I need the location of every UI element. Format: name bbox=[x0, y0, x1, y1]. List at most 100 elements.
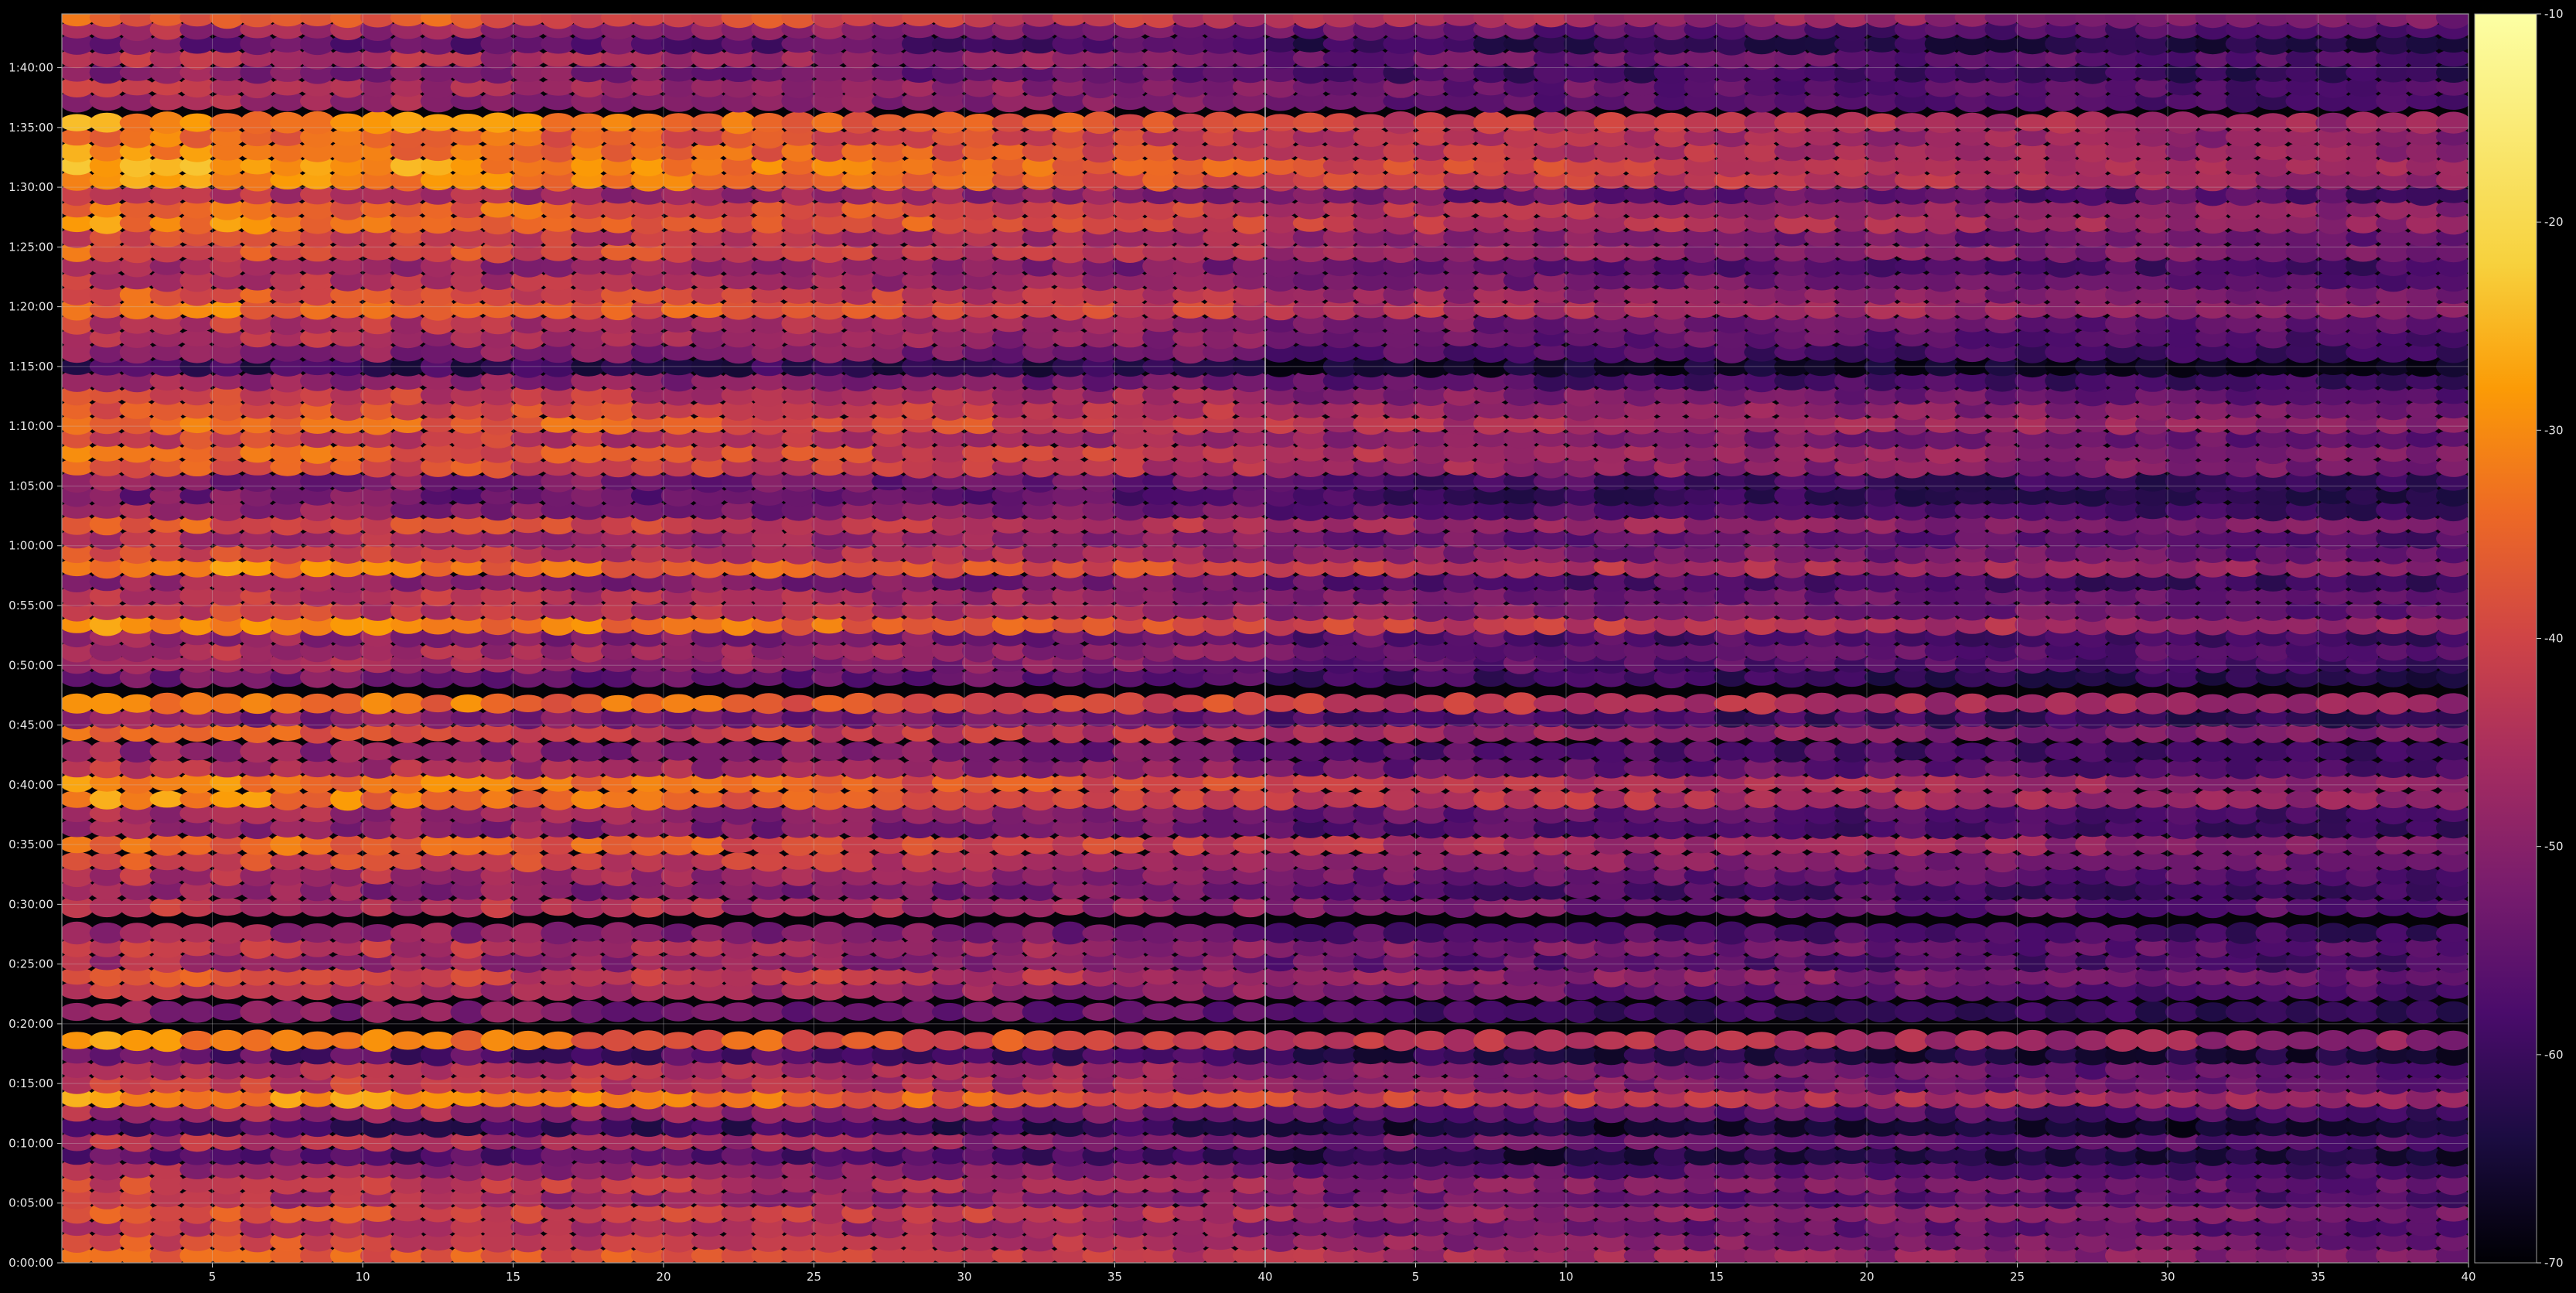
heatmap-cell-right-21-25 bbox=[1984, 922, 2020, 944]
heatmap-cell-left-15-15 bbox=[480, 1029, 516, 1052]
heatmap-cell-left-32-14 bbox=[450, 739, 486, 763]
heatmap-cell-right-35-17 bbox=[1744, 692, 1779, 715]
heatmap-cell-right-32-1 bbox=[1265, 742, 1298, 761]
heatmap-cell-right-31-22 bbox=[1894, 759, 1929, 777]
heatmap-cell-left-32-11 bbox=[360, 742, 395, 761]
heatmap-cell-left-32-40 bbox=[1232, 741, 1265, 762]
heatmap-cell-right-21-4 bbox=[1353, 923, 1388, 943]
heatmap-cell-right-21-39 bbox=[2406, 924, 2441, 942]
heatmap-cell-left-35-37 bbox=[1142, 693, 1178, 714]
heatmap-cell-right-22-11 bbox=[1563, 898, 1599, 916]
heatmap-cell-right-21-23 bbox=[1924, 923, 1960, 943]
heatmap-cell-left-75-7 bbox=[240, 111, 275, 135]
heatmap-cell-right-16-18 bbox=[1774, 1003, 1810, 1021]
heatmap-cell-left-75-22 bbox=[691, 113, 727, 132]
heatmap-cell-right-15-38 bbox=[2376, 1030, 2411, 1051]
heatmap-cell-right-25-3 bbox=[1322, 852, 1358, 871]
heatmap-cell-left-35-24 bbox=[751, 693, 786, 715]
heatmap-cell-right-32-6 bbox=[1413, 742, 1448, 761]
heatmap-cell-right-25-30 bbox=[2135, 852, 2171, 870]
heatmap-cell-right-21-7 bbox=[1443, 923, 1479, 943]
heatmap-cell-right-35-18 bbox=[1774, 694, 1810, 714]
heatmap-cell-right-16-12 bbox=[1593, 1001, 1629, 1022]
heatmap-cell-left-16-38 bbox=[1172, 1003, 1208, 1021]
heatmap-cell-left-15-31 bbox=[961, 1032, 998, 1049]
heatmap-cell-right-16-3 bbox=[1322, 1001, 1358, 1023]
heatmap-cell-right-16-30 bbox=[2135, 1001, 2171, 1023]
heatmap-cell-right-22-16 bbox=[1714, 897, 1749, 916]
heatmap-cell-right-35-9 bbox=[1503, 692, 1539, 715]
heatmap-figure: 0:00:000:05:000:10:000:15:000:20:000:25:… bbox=[0, 0, 2576, 1293]
heatmap-cell-right-15-1 bbox=[1265, 1030, 1298, 1051]
heatmap-cell-right-22-25 bbox=[1984, 897, 2020, 916]
heatmap-cell-right-15-11 bbox=[1563, 1032, 1599, 1049]
heatmap-cell-left-32-6 bbox=[210, 740, 245, 762]
heatmap-cell-left-35-27 bbox=[841, 692, 877, 715]
heatmap-cell-left-35-15 bbox=[480, 693, 516, 714]
heatmap-cell-left-35-19 bbox=[601, 694, 636, 712]
heatmap-cell-left-25-18 bbox=[571, 852, 606, 871]
heatmap-cell-left-75-25 bbox=[781, 111, 817, 134]
heatmap-cell-left-15-8 bbox=[270, 1029, 305, 1052]
heatmap-cell-right-15-13 bbox=[1623, 1031, 1659, 1050]
heatmap-cell-left-75-18 bbox=[571, 113, 606, 132]
heatmap-cell-right-15-40 bbox=[2436, 1030, 2469, 1051]
heatmap-cell-left-31-19 bbox=[601, 758, 636, 779]
heatmap-cell-right-29-39 bbox=[2406, 790, 2441, 809]
heatmap-cell-left-35-30 bbox=[931, 693, 967, 714]
heatmap-cell-right-29-26 bbox=[2015, 788, 2050, 810]
heatmap-cell-right-35-28 bbox=[2075, 692, 2110, 715]
heatmap-cell-right-35-26 bbox=[2015, 694, 2050, 713]
heatmap-cell-right-16-38 bbox=[2376, 1000, 2411, 1024]
heatmap-cell-right-35-20 bbox=[1834, 694, 1870, 713]
heatmap-cell-right-15-4 bbox=[1353, 1032, 1388, 1049]
heatmap-cell-right-15-3 bbox=[1322, 1032, 1358, 1049]
heatmap-cell-left-21-40 bbox=[1232, 923, 1265, 943]
heatmap-cell-right-15-18 bbox=[1774, 1030, 1810, 1051]
heatmap-cell-left-16-36 bbox=[1112, 1000, 1148, 1024]
heatmap-cell-left-15-1 bbox=[62, 1032, 95, 1049]
heatmap-cell-left-15-40 bbox=[1232, 1030, 1265, 1051]
heatmap-cell-left-35-6 bbox=[210, 693, 245, 714]
heatmap-cell-left-35-4 bbox=[149, 692, 185, 715]
heatmap-cell-left-21-19 bbox=[601, 922, 636, 944]
heatmap-cell-right-32-24 bbox=[1954, 742, 1990, 760]
heatmap-cell-left-16-16 bbox=[510, 1001, 546, 1023]
heatmap-cell-right-32-39 bbox=[2406, 742, 2441, 761]
heatmap-cell-right-35-22 bbox=[1894, 693, 1929, 714]
heatmap-cell-right-35-1 bbox=[1265, 694, 1298, 712]
heatmap-cell-left-21-27 bbox=[841, 922, 877, 944]
heatmap-cell-right-16-25 bbox=[1984, 1002, 2020, 1022]
heatmap-cell-left-21-31 bbox=[961, 922, 998, 944]
heatmap-cell-left-35-22 bbox=[691, 694, 727, 712]
heatmap-cell-right-32-7 bbox=[1443, 742, 1479, 761]
heatmap-cell-right-22-15 bbox=[1684, 897, 1719, 916]
heatmap-cell-right-35-11 bbox=[1563, 692, 1599, 715]
heatmap-cell-right-32-5 bbox=[1383, 742, 1418, 760]
heatmap-cell-right-25-23 bbox=[1924, 851, 1960, 871]
heatmap-cell-right-16-27 bbox=[2045, 1001, 2080, 1023]
heatmap-cell-right-21-34 bbox=[2255, 922, 2291, 944]
heatmap-cell-right-29-15 bbox=[1684, 789, 1719, 810]
heatmap-cell-left-21-7 bbox=[240, 924, 275, 942]
heatmap-cell-left-22-26 bbox=[811, 897, 847, 916]
heatmap-cell-right-21-8 bbox=[1473, 923, 1509, 943]
heatmap-cell-right-32-18 bbox=[1774, 740, 1810, 762]
heatmap-cell-right-29-38 bbox=[2376, 790, 2411, 809]
heatmap-cell-left-21-37 bbox=[1142, 922, 1178, 944]
heatmap-cell-left-32-30 bbox=[931, 740, 967, 762]
heatmap-cell-right-29-12 bbox=[1593, 790, 1629, 809]
heatmap-cell-left-21-16 bbox=[510, 923, 546, 943]
heatmap-cell-right-15-26 bbox=[2015, 1029, 2050, 1052]
heatmap-cell-right-35-24 bbox=[1954, 693, 1990, 714]
heatmap-cell-right-15-20 bbox=[1834, 1029, 1870, 1052]
heatmap-cell-left-21-10 bbox=[330, 922, 366, 944]
heatmap-cell-right-35-10 bbox=[1533, 694, 1569, 712]
heatmap-cell-right-16-1 bbox=[1265, 1003, 1298, 1021]
heatmap-cell-right-32-29 bbox=[2105, 739, 2141, 763]
heatmap-cell-right-35-13 bbox=[1623, 694, 1659, 713]
heatmap-cell-right-25-13 bbox=[1623, 851, 1659, 872]
heatmap-cell-right-32-30 bbox=[2135, 742, 2171, 760]
heatmap-cell-right-21-13 bbox=[1623, 923, 1659, 943]
heatmap-cell-left-31-26 bbox=[811, 759, 847, 777]
